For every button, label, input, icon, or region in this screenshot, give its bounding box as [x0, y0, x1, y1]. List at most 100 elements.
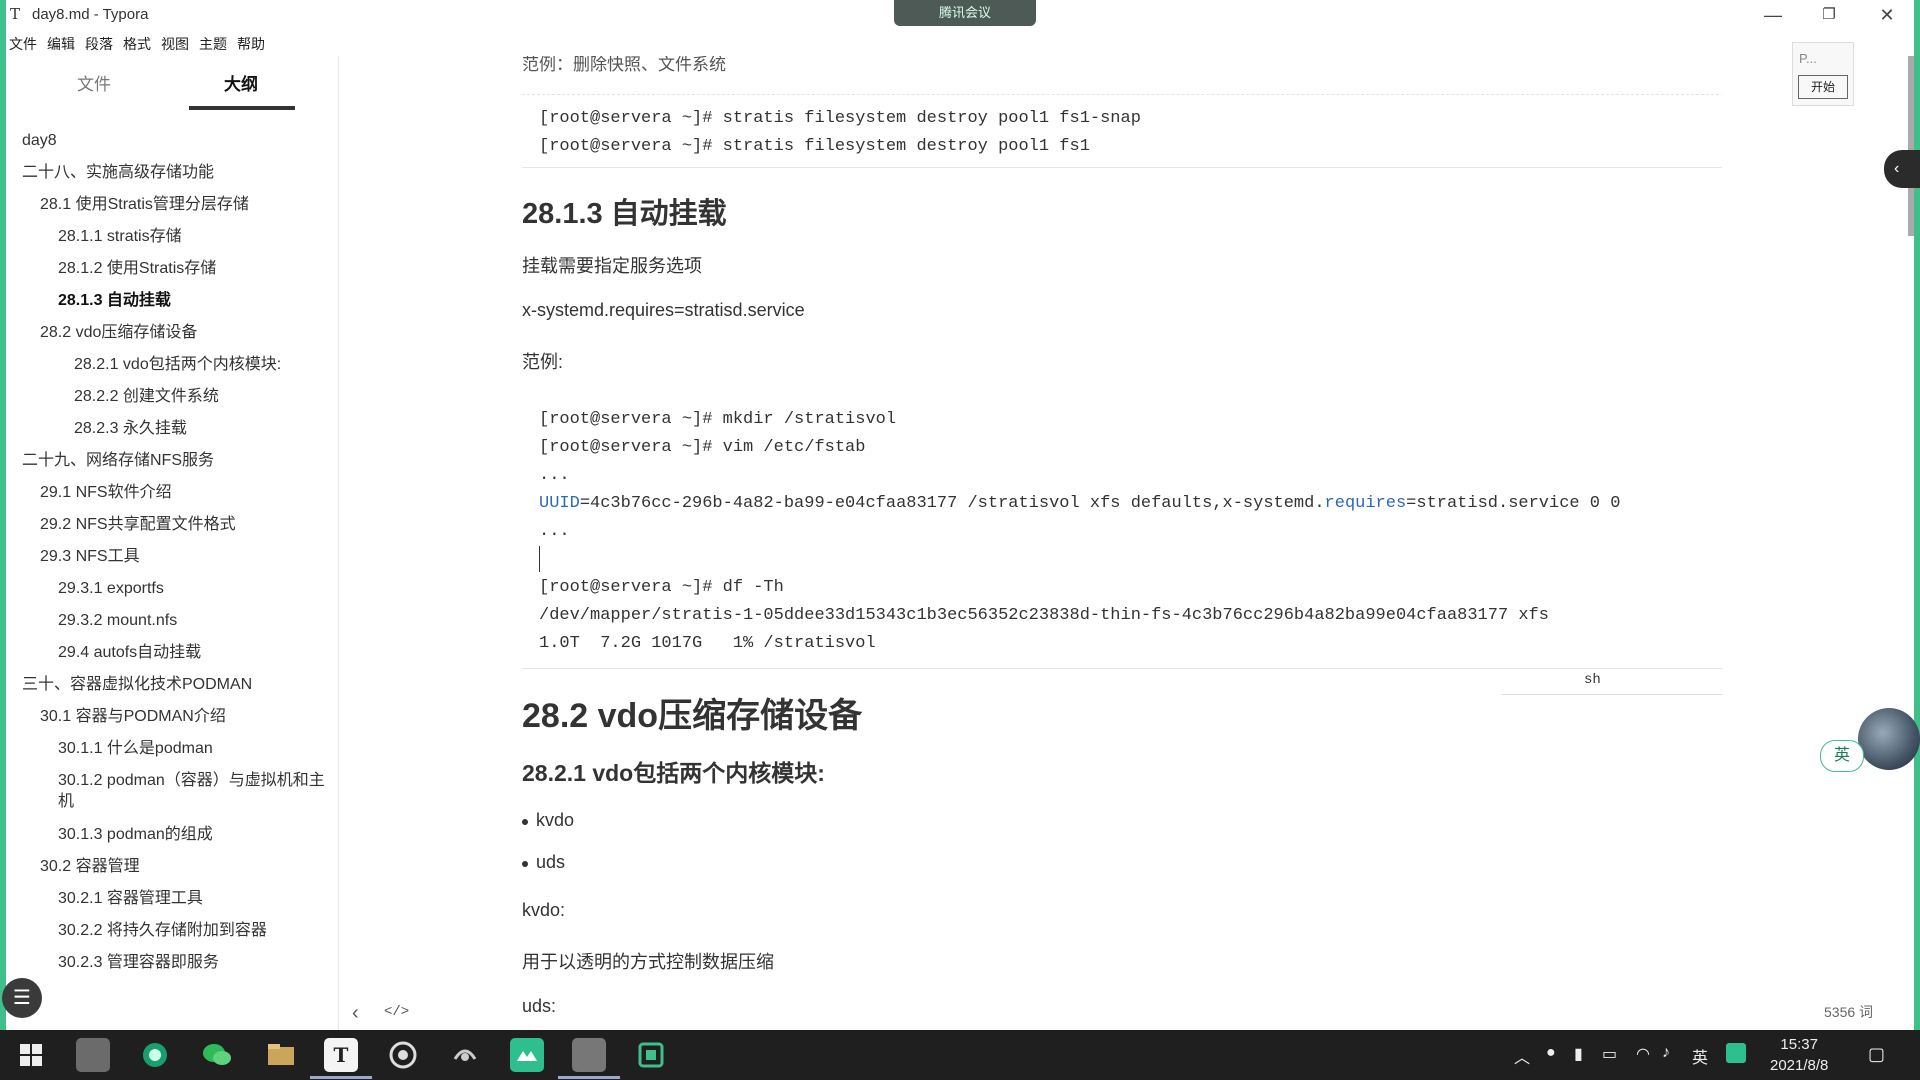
back-icon[interactable]: ‹ — [352, 1002, 359, 1025]
code-block[interactable]: [root@servera ~]# stratis filesystem des… — [522, 94, 1722, 168]
outline-item[interactable]: 28.1.3 自动挂载 — [58, 290, 171, 311]
outline-item[interactable]: 30.2.3 管理容器即服务 — [58, 952, 219, 973]
paragraph: x-systemd.requires=stratisd.service — [522, 300, 805, 320]
outline-item[interactable]: 30.2 容器管理 — [40, 856, 140, 877]
menu-edit[interactable]: 编辑 — [44, 30, 82, 54]
collapse-icon[interactable]: ‹ — [1884, 150, 1920, 188]
menu-view[interactable]: 视图 — [158, 30, 196, 54]
list-item: uds — [522, 852, 566, 872]
meeting-banner-label: 腾讯会议 — [938, 5, 991, 20]
wifi-icon[interactable]: ◠ — [1636, 1044, 1650, 1064]
outline-item[interactable]: 30.1.2 podman（容器）与虚拟机和主机 — [58, 770, 328, 812]
volume-icon[interactable]: ♪ — [1662, 1044, 1670, 1062]
outline-item[interactable]: 30.1.3 podman的组成 — [58, 824, 213, 845]
text-caret — [539, 546, 540, 572]
code-block[interactable]: [root@servera ~]# mkdir /stratisvol [roo… — [522, 396, 1722, 669]
outline-item[interactable]: 三十、容器虚拟化技术PODMAN — [22, 674, 252, 695]
close-button[interactable]: ✕ — [1864, 2, 1910, 28]
outline-item[interactable]: 29.2 NFS共享配置文件格式 — [40, 514, 236, 535]
minimize-button[interactable]: — — [1750, 2, 1796, 28]
source-code-icon[interactable]: </> — [384, 1004, 409, 1020]
code-line: [root@servera ~]# vim /etc/fstab — [539, 438, 866, 457]
menu-paragraph[interactable]: 段落 — [82, 30, 120, 54]
editor-content[interactable]: 范例：删除快照、文件系统 [root@servera ~]# stratis f… — [522, 56, 1722, 1030]
menu-theme[interactable]: 主题 — [196, 30, 234, 54]
code-line: 1.0T 7.2G 1017G 1% /stratisvol — [539, 634, 876, 653]
tray-meeting-icon[interactable] — [1726, 1043, 1746, 1063]
app-9-icon[interactable] — [572, 1038, 606, 1072]
panel-placeholder: P... — [1799, 51, 1817, 66]
word-count[interactable]: 5356 词 — [1824, 1002, 1873, 1022]
sidebar: 文件 大纲 day8 二十八、实施高级存储功能 28.1 使用Stratis管理分层… — [2, 56, 409, 1030]
typora-icon[interactable]: T — [324, 1038, 358, 1072]
sidebar-tabs: 文件 大纲 — [6, 56, 338, 112]
app-10-icon[interactable] — [634, 1038, 668, 1072]
outline-item[interactable]: 28.1 使用Stratis管理分层存储 — [40, 194, 249, 215]
outline-item[interactable]: 30.1.1 什么是podman — [58, 738, 213, 759]
outline-item[interactable]: 30.2.1 容器管理工具 — [58, 888, 203, 909]
outline-toggle-icon[interactable]: ☰ — [2, 978, 42, 1018]
floating-panel: P... 开始 — [1792, 42, 1854, 106]
battery-icon[interactable]: ▭ — [1602, 1044, 1617, 1064]
tencent-meeting-icon[interactable] — [510, 1038, 544, 1072]
outline-item[interactable]: 二十九、网络存储NFS服务 — [22, 450, 214, 471]
ime-language-indicator[interactable]: 英 — [1820, 740, 1864, 772]
netease-music-icon[interactable] — [386, 1038, 420, 1072]
avatar[interactable] — [1858, 708, 1920, 770]
code-language-input[interactable]: sh — [1502, 668, 1722, 695]
typora-app-icon: T — [10, 5, 21, 23]
tray-expand-icon[interactable]: ︿ — [1514, 1044, 1530, 1068]
outline-item[interactable]: 28.1.2 使用Stratis存储 — [58, 258, 216, 279]
outline-item[interactable]: 28.2 vdo压缩存储设备 — [40, 322, 197, 343]
start-button[interactable]: 开始 — [1798, 75, 1848, 99]
meeting-banner[interactable]: 腾讯会议 — [894, 0, 1036, 26]
menu-format[interactable]: 格式 — [120, 30, 158, 54]
code-line: ... — [539, 466, 570, 485]
windows-start-icon[interactable] — [14, 1038, 48, 1072]
wechat-icon[interactable] — [200, 1038, 234, 1072]
input-language[interactable]: 英 — [1692, 1044, 1708, 1068]
restore-button[interactable]: ❐ — [1806, 2, 1852, 28]
outline-item[interactable]: 29.3 NFS工具 — [40, 546, 140, 567]
outline-item[interactable]: 29.4 autofs自动挂载 — [58, 642, 201, 663]
outline-item[interactable]: 二十八、实施高级存储功能 — [22, 162, 214, 183]
microphone-icon[interactable]: ▮ — [1574, 1044, 1583, 1064]
code-line: [root@servera ~]# mkdir /stratisvol — [539, 410, 897, 429]
code-text: =4c3b76cc-296b-4a82-ba99-e04cfaa83177 /s… — [579, 494, 1325, 513]
active-app-indicator — [310, 1076, 372, 1079]
code-text: =stratisd.service 0 0 — [1406, 494, 1621, 513]
active-tab-indicator — [189, 106, 295, 110]
outline-item[interactable]: 29.1 NFS软件介绍 — [40, 482, 172, 503]
partial-heading-text: 范例：删除快照、文件系统 — [522, 56, 726, 74]
system-clock[interactable]: 15:37 2021/8/8 — [1770, 1034, 1828, 1076]
outline-item[interactable]: day8 — [22, 130, 57, 151]
code-language-label: sh — [1584, 672, 1601, 688]
tray-app-icon[interactable]: ● — [1546, 1044, 1556, 1062]
editor-scrollbar[interactable] — [1908, 56, 1914, 236]
app-1-icon[interactable] — [76, 1038, 110, 1072]
heading-vdo: 28.2 vdo压缩存储设备 — [522, 697, 863, 735]
taskbar: T ︿ ● ▮ ▭ ◠ ♪ 英 15:37 2021/8/8 ▢ — [0, 1030, 1920, 1080]
outline-item[interactable]: 29.3.2 mount.nfs — [58, 610, 177, 631]
tab-outline[interactable]: 大纲 — [224, 70, 258, 95]
outline-item[interactable]: 28.2.1 vdo包括两个内核模块: — [74, 354, 281, 375]
tab-files[interactable]: 文件 — [77, 70, 111, 95]
paragraph: 用于以透明的方式控制数据压缩 — [522, 952, 774, 972]
outline-item[interactable]: 30.2.2 将持久存储附加到容器 — [58, 920, 267, 941]
file-explorer-icon[interactable] — [264, 1038, 298, 1072]
code-line: ... — [539, 522, 570, 541]
outline-item[interactable]: 30.1 容器与PODMAN介绍 — [40, 706, 226, 727]
menu-bar: 文件 编辑 段落 格式 视图 主题 帮助 — [6, 30, 272, 54]
app-7-icon[interactable] — [448, 1038, 482, 1072]
menu-file[interactable]: 文件 — [6, 30, 44, 54]
outline-item[interactable]: 28.1.1 stratis存储 — [58, 226, 182, 247]
outline-item[interactable]: 29.3.1 exportfs — [58, 578, 164, 599]
notification-icon[interactable]: ▢ — [1868, 1044, 1885, 1065]
menu-help[interactable]: 帮助 — [234, 30, 272, 54]
outline-item[interactable]: 28.2.3 永久挂载 — [74, 418, 187, 439]
clock-date: 2021/8/8 — [1770, 1057, 1829, 1074]
browser-icon[interactable] — [138, 1038, 172, 1072]
list-item: kvdo — [522, 810, 575, 830]
outline-item[interactable]: 28.2.2 创建文件系统 — [74, 386, 219, 407]
active-app-indicator — [558, 1076, 620, 1079]
